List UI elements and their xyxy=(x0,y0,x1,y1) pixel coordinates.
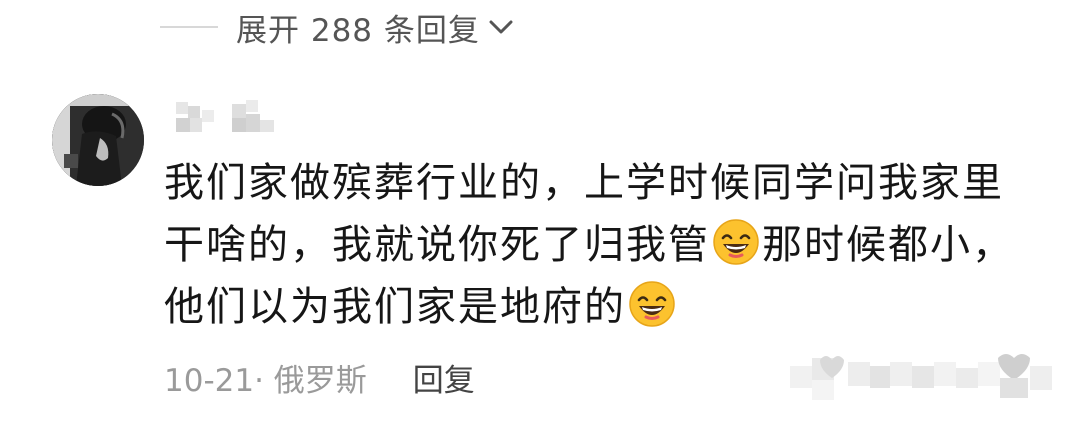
divider-line xyxy=(160,26,218,28)
reply-button[interactable]: 回复 xyxy=(413,355,475,400)
chevron-down-icon[interactable] xyxy=(486,12,516,42)
comment-meta-row: 10-21· 俄罗斯 回复 xyxy=(164,354,475,400)
like-actions-blurred[interactable] xyxy=(790,348,1080,408)
expand-replies-label[interactable]: 展开 288 条回复 xyxy=(236,5,480,50)
username-mosaic xyxy=(176,100,296,140)
expand-replies-row[interactable]: 展开 288 条回复 xyxy=(160,4,516,50)
heart-icon xyxy=(998,354,1030,380)
like-actions-mosaic xyxy=(790,354,1052,400)
comment-date-location: 10-21· 俄罗斯 xyxy=(164,362,367,399)
grinning-sweat-smile-emoji-icon xyxy=(713,219,759,265)
comment-text: 我们家做殡葬行业的，上学时候同学问我家里干啥的，我就说你死了归我管 那时候都小，… xyxy=(164,152,1044,338)
grinning-sweat-smile-emoji-icon xyxy=(629,281,675,327)
avatar-image xyxy=(52,94,144,186)
avatar[interactable] xyxy=(52,94,144,186)
